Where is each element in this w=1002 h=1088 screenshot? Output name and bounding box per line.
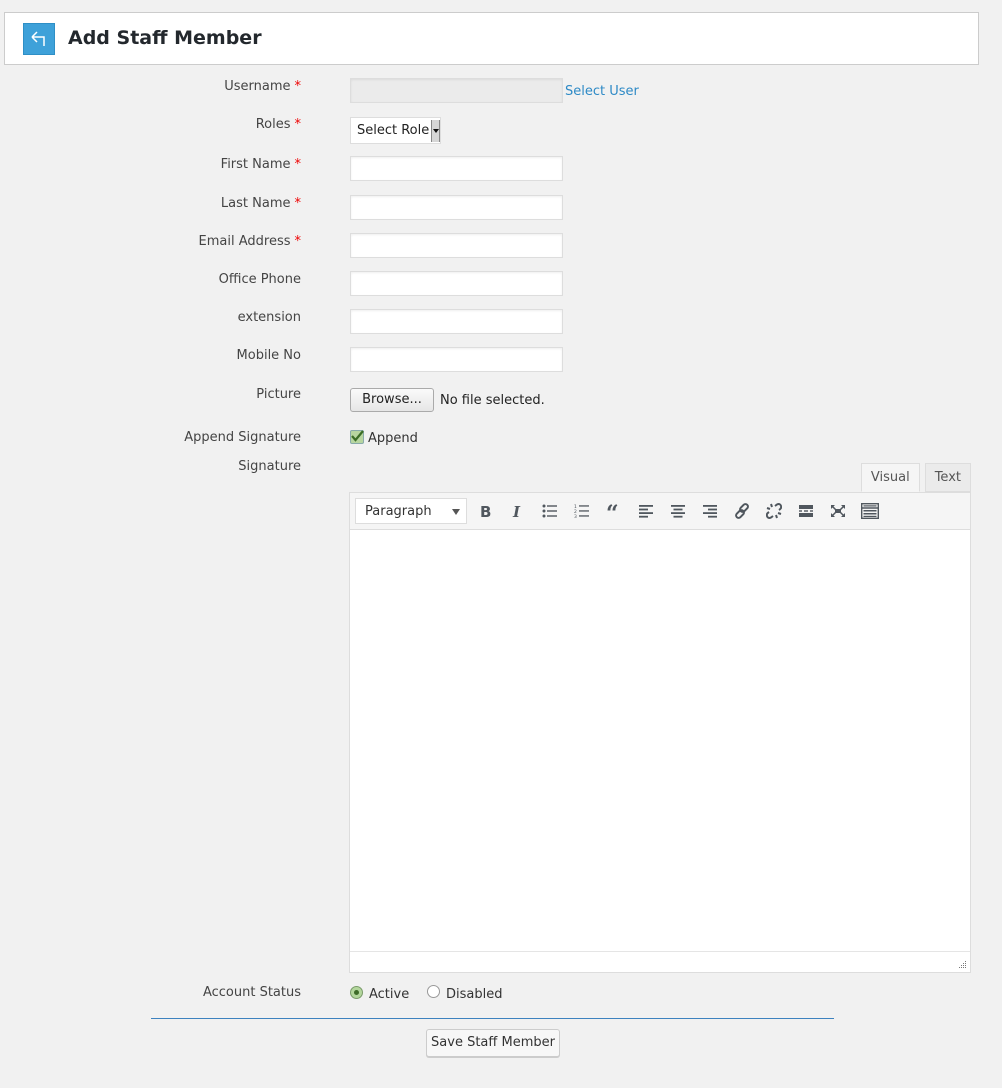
- picture-label: Picture: [256, 387, 301, 402]
- editor-content[interactable]: [350, 530, 970, 952]
- append-checkbox-label: Append: [368, 431, 418, 446]
- select-user-link[interactable]: Select User: [565, 84, 639, 99]
- email-input[interactable]: [350, 233, 563, 258]
- tab-text[interactable]: Text: [924, 463, 971, 492]
- caret-down-icon: [452, 509, 460, 515]
- italic-icon: I: [512, 503, 521, 519]
- mobile-label: Mobile No: [236, 348, 301, 363]
- align-center-button[interactable]: [667, 500, 689, 522]
- bullet-list-icon: [542, 504, 557, 518]
- blockquote-icon: “: [606, 504, 619, 518]
- radio-disabled[interactable]: [427, 985, 440, 998]
- read-more-button[interactable]: [795, 500, 817, 522]
- first-name-input[interactable]: [350, 156, 563, 181]
- blockquote-button[interactable]: “: [603, 500, 625, 522]
- signature-label: Signature: [238, 459, 301, 474]
- link-button[interactable]: [731, 500, 753, 522]
- append-checkbox[interactable]: [350, 430, 364, 444]
- align-right-button[interactable]: [699, 500, 721, 522]
- editor-statusbar: [350, 951, 970, 972]
- page-title: Add Staff Member: [68, 27, 262, 49]
- back-button[interactable]: [23, 23, 55, 55]
- toolbar-toggle-icon: [861, 503, 879, 519]
- append-signature-label: Append Signature: [184, 430, 301, 445]
- format-select-value: Paragraph: [365, 504, 432, 519]
- format-select[interactable]: Paragraph: [355, 498, 467, 524]
- username-label: Username *: [224, 79, 301, 94]
- align-left-button[interactable]: [635, 500, 657, 522]
- editor-toolbar: Paragraph B I 123 “: [350, 493, 970, 530]
- browse-button[interactable]: Browse...: [350, 388, 434, 412]
- file-status: No file selected.: [440, 393, 545, 408]
- page-header: Add Staff Member: [4, 12, 979, 65]
- fullscreen-icon: [831, 505, 845, 517]
- email-label: Email Address *: [198, 234, 301, 249]
- radio-disabled-label: Disabled: [446, 987, 503, 1002]
- numbered-list-icon: 123: [574, 504, 589, 518]
- last-name-label: Last Name *: [220, 196, 301, 211]
- roles-select[interactable]: Select Role: [350, 117, 441, 144]
- tab-visual[interactable]: Visual: [860, 463, 920, 492]
- signature-editor: Paragraph B I 123 “: [349, 492, 971, 973]
- toolbar-toggle-button[interactable]: [859, 500, 881, 522]
- account-status-label: Account Status: [202, 985, 301, 1000]
- roles-label: Roles *: [255, 117, 301, 132]
- editor-tabs: Visual Text: [856, 463, 971, 492]
- fullscreen-button[interactable]: [827, 500, 849, 522]
- align-left-icon: [639, 505, 653, 518]
- bold-button[interactable]: B: [475, 500, 497, 522]
- extension-label: extension: [237, 310, 301, 325]
- form-divider: [151, 1018, 834, 1019]
- radio-active-label: Active: [369, 987, 410, 1002]
- office-phone-input[interactable]: [350, 271, 563, 296]
- save-staff-member-button[interactable]: Save Staff Member: [426, 1029, 560, 1057]
- align-right-icon: [703, 505, 717, 518]
- numbered-list-button[interactable]: 123: [571, 500, 593, 522]
- link-icon: [735, 503, 749, 519]
- read-more-icon: [799, 505, 813, 517]
- bullet-list-button[interactable]: [539, 500, 561, 522]
- italic-button[interactable]: I: [507, 500, 529, 522]
- last-name-input[interactable]: [350, 195, 563, 220]
- svg-text:“: “: [606, 504, 619, 518]
- checkmark-icon: [351, 430, 364, 442]
- radio-active[interactable]: [350, 986, 363, 999]
- first-name-label: First Name *: [220, 157, 301, 172]
- extension-input[interactable]: [350, 309, 563, 334]
- office-phone-label: Office Phone: [218, 272, 301, 287]
- roles-select-value: Select Role: [357, 123, 430, 138]
- svg-text:3: 3: [574, 514, 577, 518]
- dropdown-arrow-icon: [431, 120, 440, 142]
- align-center-icon: [671, 505, 685, 518]
- username-input[interactable]: [350, 78, 563, 103]
- unlink-icon: [766, 503, 782, 519]
- resize-handle-icon[interactable]: [958, 960, 967, 969]
- bold-icon: B: [480, 503, 491, 519]
- unlink-button[interactable]: [763, 500, 785, 522]
- svg-text:I: I: [512, 503, 521, 519]
- svg-text:B: B: [480, 503, 491, 519]
- back-arrow-icon: [31, 31, 45, 46]
- mobile-input[interactable]: [350, 347, 563, 372]
